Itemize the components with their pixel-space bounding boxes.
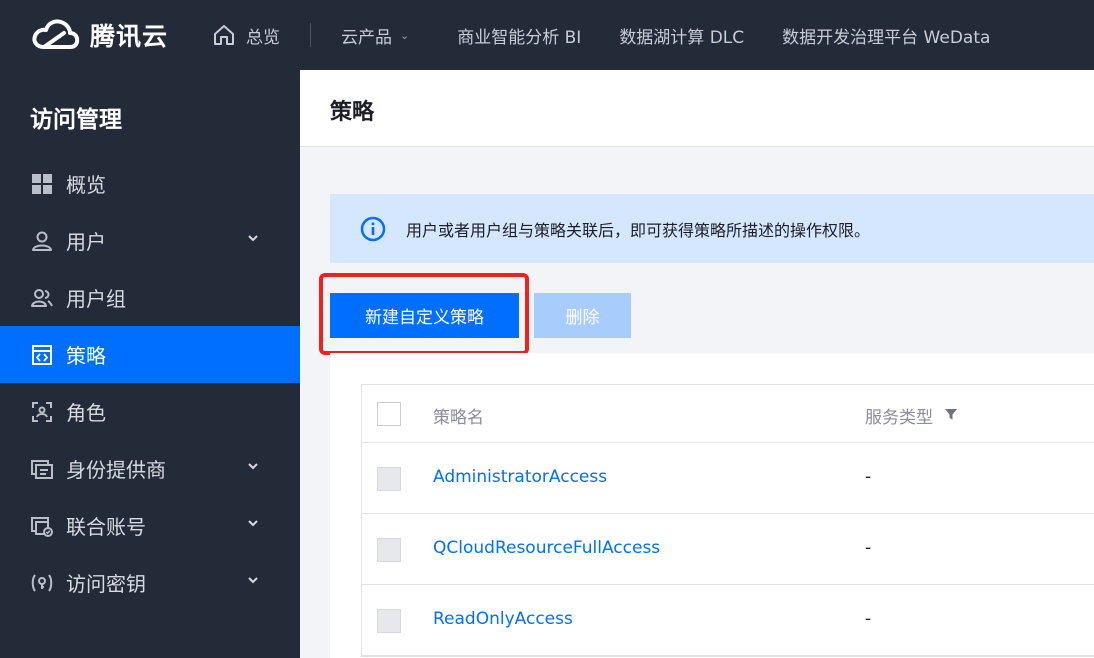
sidebar: 访问管理 概览 用户 用户组 策略 角色 身份提供商 联合账号 访问密钥 [0,70,300,658]
info-icon [360,216,386,241]
filter-icon[interactable] [944,407,958,421]
nav-link-bi[interactable]: 商业智能分析 BI [457,23,581,48]
grid-icon [32,173,52,194]
nav-divider [310,23,311,47]
service-type-cell: - [865,538,872,558]
info-alert: 用户或者用户组与策略关联后，即可获得策略所描述的操作权限。 [330,194,1094,263]
brand-logo[interactable]: 腾讯云 [0,17,200,53]
nav-products-dropdown[interactable]: 云产品 ⌄ [341,23,409,48]
user-icon [32,231,52,251]
nav-products-label: 云产品 [341,27,392,48]
table-header: 策略名 服务类型 [362,385,1094,443]
sidebar-item-label: 概览 [66,173,106,197]
nav-link-dlc[interactable]: 数据湖计算 DLC [619,23,744,48]
table-row: ReadOnlyAccess - [362,585,1094,656]
sidebar-item-label: 策略 [66,344,106,368]
sidebar-item-user-groups[interactable]: 用户组 [0,269,300,326]
chevron-down-icon [248,577,258,584]
sidebar-item-label: 身份提供商 [66,458,166,482]
service-type-cell: - [865,609,872,629]
sidebar-title: 访问管理 [30,107,122,133]
select-all-checkbox[interactable] [377,402,401,426]
policy-name-link[interactable]: ReadOnlyAccess [433,609,573,629]
sidebar-item-label: 用户组 [66,287,126,311]
identity-provider-icon [31,459,53,479]
row-checkbox[interactable] [377,538,401,562]
table-row: AdministratorAccess - [362,443,1094,514]
create-custom-policy-button[interactable]: 新建自定义策略 [330,293,519,338]
page-header: 策略 [300,70,1094,147]
home-icon [214,25,234,45]
chevron-down-icon [248,520,258,527]
sidebar-item-users[interactable]: 用户 [0,212,300,269]
row-checkbox[interactable] [377,467,401,491]
column-header-service-type: 服务类型 [865,408,933,428]
federated-account-icon [31,516,53,537]
chevron-down-icon: ⌄ [400,28,410,42]
cloud-logo-icon [32,19,80,49]
table-panel: 策略名 服务类型 AdministratorAccess - QCloudRes… [330,353,1094,658]
service-type-cell: - [865,467,872,487]
nav-home-label: 总览 [246,27,280,48]
sidebar-item-federated-accounts[interactable]: 联合账号 [0,497,300,554]
sidebar-item-overview[interactable]: 概览 [0,155,300,212]
policy-table: 策略名 服务类型 AdministratorAccess - QCloudRes… [361,384,1094,657]
row-checkbox[interactable] [377,609,401,633]
sidebar-item-identity-providers[interactable]: 身份提供商 [0,440,300,497]
sidebar-item-access-keys[interactable]: 访问密钥 [0,554,300,611]
chevron-down-icon [248,463,258,470]
chevron-down-icon [248,235,258,242]
role-icon [32,401,52,422]
user-group-icon [31,288,53,307]
sidebar-item-label: 角色 [66,401,106,425]
sidebar-item-policies[interactable]: 策略 [0,326,300,383]
table-row: QCloudResourceFullAccess - [362,514,1094,585]
alert-text: 用户或者用户组与策略关联后，即可获得策略所描述的操作权限。 [406,220,871,240]
policy-name-link[interactable]: AdministratorAccess [433,467,607,487]
policy-name-link[interactable]: QCloudResourceFullAccess [433,538,660,558]
key-icon [31,573,53,592]
column-header-policy-name: 策略名 [433,408,484,428]
sidebar-item-roles[interactable]: 角色 [0,383,300,440]
brand-name: 腾讯云 [90,22,169,51]
main-content: 策略 用户或者用户组与策略关联后，即可获得策略所描述的操作权限。 新建自定义策略… [300,70,1094,658]
nav-home[interactable]: 总览 [212,23,280,48]
page-title: 策略 [330,100,375,125]
sidebar-item-label: 联合账号 [66,515,146,539]
delete-button[interactable]: 删除 [534,293,631,338]
sidebar-item-label: 用户 [66,230,106,254]
sidebar-item-label: 访问密钥 [66,572,146,596]
top-navbar: 腾讯云 总览 云产品 ⌄ 商业智能分析 BI 数据湖计算 DLC 数据开发治理平… [0,0,1094,70]
policy-icon [32,344,52,365]
nav-link-wedata[interactable]: 数据开发治理平台 WeData [782,23,990,48]
